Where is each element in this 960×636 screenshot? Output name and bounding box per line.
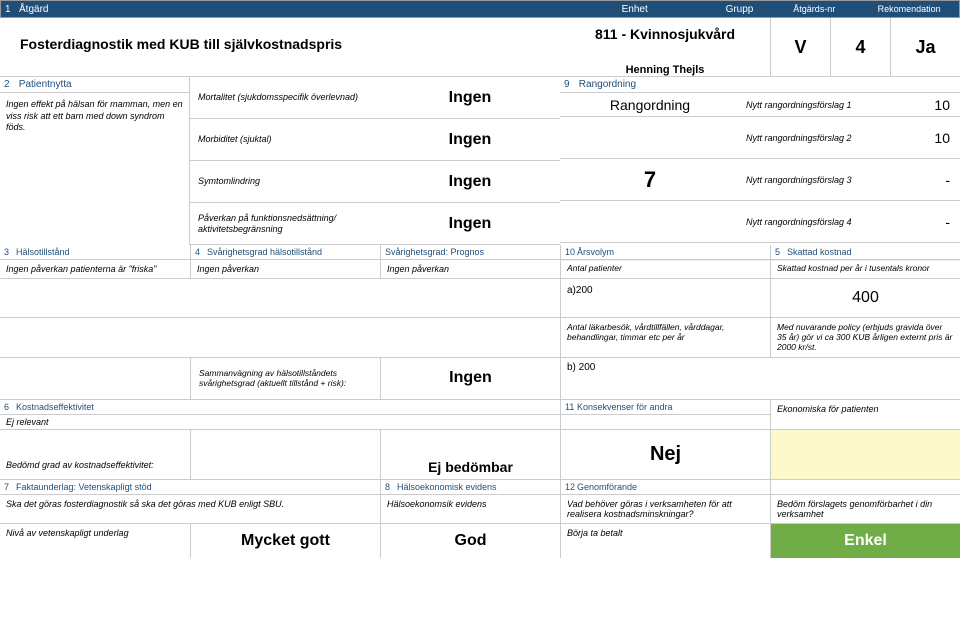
rank4-value: - — [910, 214, 960, 230]
yellow-cell-2 — [770, 430, 960, 479]
fakta-h2: Hälsoekonomisk evidens — [397, 482, 497, 492]
weighting-row: Sammanvägning av hälsotillståndets svåri… — [0, 358, 960, 400]
b200-label: b) 200 — [560, 358, 770, 399]
symptom-label: Symtomlindring — [190, 176, 380, 187]
group-value: V — [770, 18, 830, 76]
sec2-head: Patientnytta — [19, 79, 72, 90]
sec3-c5h: Skattad kostnad — [787, 247, 852, 257]
sec11-num: 11 — [565, 402, 577, 412]
not-assessable: Ej bedömbar — [380, 430, 560, 479]
action-number: 4 — [830, 18, 890, 76]
header-1: 1 — [5, 4, 19, 15]
symptom-value: Ingen — [380, 173, 560, 191]
kost-r: Ekonomiska för patienten — [770, 400, 960, 429]
sec2-num: 2 — [4, 79, 16, 90]
unit-name: 811 - Kvinnosjukvård — [560, 26, 770, 42]
a200-row: a)200 400 — [0, 279, 960, 318]
sec3-num: 3 — [4, 247, 16, 257]
sec4-num: 4 — [195, 247, 207, 257]
fakta-b4: Bedöm förslagets genomförbarhet i din ve… — [771, 495, 960, 523]
rank1-label: Nytt rangordningsförslag 1 — [740, 100, 910, 110]
kost-h2: Konsekvenser för andra — [577, 402, 673, 412]
kost-h1: Kostnadseffektivitet — [16, 402, 94, 412]
fakta-h3: Genomförande — [577, 482, 637, 492]
nej-row: Bedömd grad av kostnadseffektivitet: Ej … — [0, 430, 960, 480]
sec3-c3h: Svårighetsgrad: Prognos — [381, 245, 560, 260]
header-atgnr: Åtgärds-nr — [769, 4, 859, 14]
rank3-label: Nytt rangordningsförslag 3 — [740, 175, 910, 185]
policy-note: Med nuvarande policy (erbjuds gravida öv… — [770, 318, 960, 357]
patient-benefit-block: 2 Patientnytta Ingen effekt på hälsan fö… — [0, 77, 960, 245]
sec3-c4h: Årsvolym — [577, 247, 614, 257]
rank2-value: 10 — [910, 130, 960, 146]
recommendation-value: Ja — [890, 18, 960, 76]
sec3-c3b: Ingen påverkan — [381, 260, 560, 278]
header-atgard: Åtgärd — [19, 4, 48, 15]
sec10-num: 10 — [565, 247, 577, 257]
weighting-value: Ingen — [380, 358, 560, 399]
visits-label: Antal läkarbesök, vårdtillfällen, vårdda… — [560, 318, 770, 357]
kost-b1: Ej relevant — [0, 415, 560, 429]
sec2-body: Ingen effekt på hälsan för mamman, men e… — [0, 93, 189, 140]
final-row: Nivå av vetenskapligt underlag Mycket go… — [0, 524, 960, 558]
sec3-c4s: Antal patienter — [561, 260, 770, 275]
nej-value: Nej — [560, 430, 770, 479]
evidence-row: 7Faktaunderlag: Vetenskapligt stöd Ska d… — [0, 480, 960, 524]
fakta-b1: Ska det göras fosterdiagnostik så ska de… — [0, 495, 380, 513]
action-title: Fosterdiagnostik med KUB till självkostn… — [0, 18, 560, 76]
start-charging-label: Börja ta betalt — [560, 524, 770, 558]
feasibility-value: Enkel — [770, 524, 960, 558]
visits-row: Antal läkarbesök, vårdtillfällen, vårdda… — [0, 318, 960, 358]
rank4-label: Nytt rangordningsförslag 4 — [740, 217, 910, 227]
economic-evidence-value: God — [380, 524, 560, 558]
sec3-c1h: Hälsotillstånd — [16, 247, 70, 257]
sec5-num: 5 — [775, 247, 787, 257]
sec3-c2b: Ingen påverkan — [191, 260, 380, 278]
rank-seven: 7 — [560, 167, 740, 193]
rank3-value: - — [910, 172, 960, 188]
function-value: Ingen — [380, 215, 560, 233]
weighting-label: Sammanvägning av hälsotillståndets svåri… — [190, 358, 380, 399]
assessed-grade-label: Bedömd grad av kostnadseffektivitet: — [0, 430, 190, 479]
scientific-level-label: Nivå av vetenskapligt underlag — [0, 524, 190, 558]
fakta-b3: Vad behöver göras i verksamheten för att… — [561, 495, 770, 523]
sec8-num: 8 — [385, 482, 397, 492]
sec6-num: 6 — [4, 402, 16, 412]
cost-effectiveness-row: 6Kostnadseffektivitet Ej relevant 11Kons… — [0, 400, 960, 430]
sec9-head: Rangordning — [579, 79, 636, 90]
rank1-value: 10 — [910, 97, 960, 113]
mortality-label: Mortalitet (sjukdomsspecifik överlevnad) — [190, 92, 380, 103]
title-row: Fosterdiagnostik med KUB till självkostn… — [0, 18, 960, 77]
header-rek: Rekomendation — [859, 4, 959, 14]
morbidity-label: Morbiditet (sjuktal) — [190, 134, 380, 145]
ranking-main: Rangordning — [560, 97, 740, 113]
sec7-num: 7 — [4, 482, 16, 492]
sec3-c1b: Ingen påverkan patienterna är "friska" — [0, 260, 190, 278]
a200-label: a)200 — [560, 279, 770, 317]
sec12-num: 12 — [565, 482, 577, 492]
a200-value: 400 — [770, 279, 960, 317]
morbidity-value: Ingen — [380, 131, 560, 149]
rank2-label: Nytt rangordningsförslag 2 — [740, 133, 910, 143]
fakta-h1: Faktaunderlag: Vetenskapligt stöd — [16, 482, 152, 492]
sec3-c2h: Svårighetsgrad hälsotillstånd — [207, 247, 322, 257]
sec9-num: 9 — [564, 79, 576, 90]
sec3-c5s: Skattad kostnad per år i tusentals krono… — [771, 260, 960, 275]
header-grupp: Grupp — [710, 4, 770, 15]
author-name: Henning Thejls — [560, 64, 770, 76]
header-row: 1 Åtgärd Enhet Grupp Åtgärds-nr Rekomend… — [0, 0, 960, 18]
mortality-value: Ingen — [380, 89, 560, 107]
scientific-level-value: Mycket gott — [190, 524, 380, 558]
header-enhet: Enhet — [560, 4, 710, 15]
health-status-row: 3Hälsotillstånd Ingen påverkan patienter… — [0, 245, 960, 279]
fakta-b2: Hälsoekonomsik evidens — [381, 495, 560, 513]
function-label: Påverkan på funktionsnedsättning/ aktivi… — [190, 213, 380, 235]
